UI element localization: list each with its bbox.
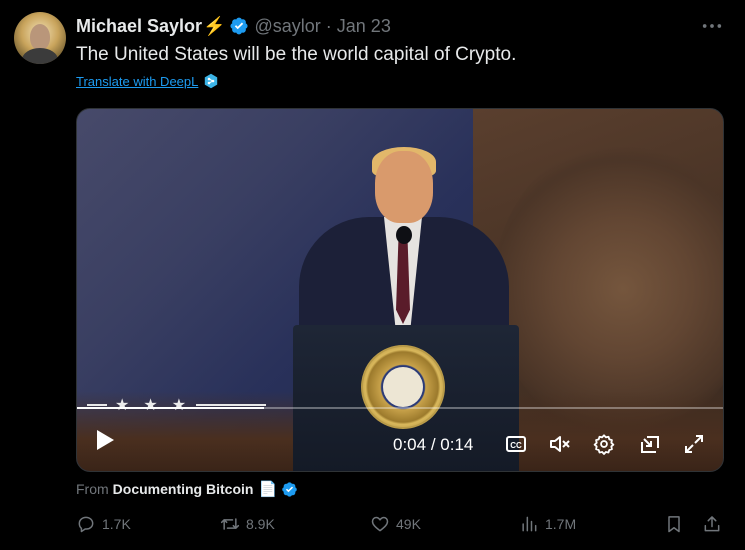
duration: 0:14 <box>440 435 474 454</box>
views-button[interactable]: 1.7M <box>519 514 576 534</box>
more-options-icon[interactable] <box>701 20 723 32</box>
deepl-icon <box>205 73 218 89</box>
repost-button[interactable]: 8.9K <box>220 514 275 534</box>
stripe-line <box>196 404 267 406</box>
video-time: 0:04 / 0:14 <box>393 435 473 455</box>
analytics-icon <box>522 516 537 532</box>
speaker-head <box>375 151 433 223</box>
avatar-body <box>22 48 58 64</box>
share-icon <box>704 516 720 532</box>
star-icon: ★ <box>143 397 158 414</box>
author-handle[interactable]: @saylor <box>254 16 320 37</box>
heart-icon <box>371 516 389 532</box>
author-name[interactable]: Michael Saylor <box>76 16 202 37</box>
views-count: 1.7M <box>545 516 577 532</box>
author-emoji: ⚡ <box>203 15 226 36</box>
source-prefix: From <box>76 481 109 497</box>
avatar-face <box>30 24 50 50</box>
video-source: From Documenting Bitcoin 📄 <box>76 480 298 498</box>
seal-center <box>383 367 423 407</box>
source-name[interactable]: Documenting Bitcoin <box>113 481 254 497</box>
video-progress-bar[interactable] <box>77 407 723 409</box>
presidential-seal <box>361 345 445 429</box>
reply-button[interactable]: 1.7K <box>76 514 131 534</box>
avatar[interactable] <box>14 12 66 64</box>
bookmark-icon <box>668 516 680 533</box>
mute-icon[interactable] <box>549 433 571 455</box>
tweet-date[interactable]: Jan 23 <box>337 16 391 37</box>
video-progress-fill <box>77 407 265 409</box>
picture-in-picture-icon[interactable] <box>639 433 661 455</box>
stripe-line <box>87 404 107 406</box>
verified-badge-icon[interactable] <box>229 16 249 36</box>
action-bar: 1.7K 8.9K 49K 1.7M <box>76 514 724 538</box>
microphone <box>396 226 412 244</box>
like-button[interactable]: 49K <box>370 514 421 534</box>
star-icon: ★ <box>115 397 130 414</box>
reply-icon <box>78 516 94 533</box>
bookmark-button[interactable] <box>664 514 690 534</box>
current-time: 0:04 <box>393 435 427 454</box>
decorative-stars: ★ ★ ★ <box>87 395 267 415</box>
header-separator: · <box>325 15 332 36</box>
video-player[interactable]: ★ ★ ★ 0:04 / 0:14 CC <box>76 108 724 472</box>
captions-icon[interactable]: CC <box>505 433 527 455</box>
settings-icon[interactable] <box>593 433 615 455</box>
verified-badge-icon <box>282 481 297 497</box>
time-separator: / <box>426 435 441 454</box>
tweet-text: The United States will be the world capi… <box>76 44 517 65</box>
translate-link[interactable]: Translate with DeepL <box>76 73 219 89</box>
translate-label[interactable]: Translate with DeepL <box>76 74 198 89</box>
source-emoji: 📄 <box>258 481 278 498</box>
like-count: 49K <box>396 516 421 532</box>
tweet-header: Michael Saylor ⚡ @saylor · Jan 23 <box>76 15 391 37</box>
repost-icon <box>220 518 240 530</box>
fullscreen-icon[interactable] <box>683 433 705 455</box>
svg-text:CC: CC <box>510 441 522 450</box>
share-button[interactable] <box>702 514 728 534</box>
reply-count: 1.7K <box>102 516 131 532</box>
play-icon[interactable] <box>95 429 115 451</box>
repost-count: 8.9K <box>246 516 275 532</box>
star-icon: ★ <box>171 397 187 414</box>
